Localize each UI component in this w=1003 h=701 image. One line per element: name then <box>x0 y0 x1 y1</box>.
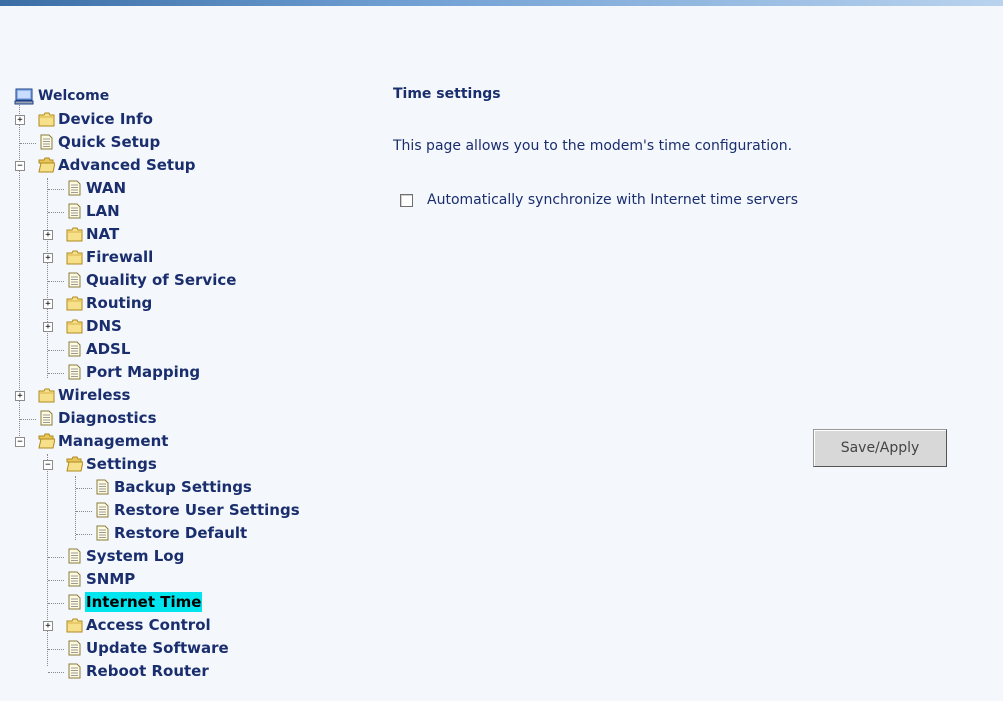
tree-line <box>48 350 64 351</box>
expand-toggle[interactable]: + <box>43 299 53 309</box>
tree-label: DNS <box>86 317 122 335</box>
page-icon <box>66 663 83 679</box>
tree-label: Routing <box>86 294 153 312</box>
collapse-toggle[interactable]: − <box>43 460 53 470</box>
collapse-toggle[interactable]: − <box>15 161 25 171</box>
page-description: This page allows you to the modem's time… <box>393 138 793 154</box>
tree-line <box>47 454 48 666</box>
page-title: Time settings <box>393 86 501 102</box>
tree-label: Device Info <box>58 110 153 128</box>
tree-label: SNMP <box>86 570 136 588</box>
folder-icon <box>38 111 55 127</box>
page-icon <box>38 410 55 426</box>
expand-toggle[interactable]: + <box>43 253 53 263</box>
tree-line <box>48 603 64 604</box>
tree-line <box>20 143 36 144</box>
folder-icon <box>66 295 83 311</box>
expand-toggle[interactable]: + <box>43 322 53 332</box>
page-icon <box>94 525 111 541</box>
folder-open-icon <box>38 157 56 173</box>
page-icon <box>66 594 83 610</box>
folder-open-icon <box>38 433 56 449</box>
tree-label: Firewall <box>86 248 154 266</box>
tree-label-selected: Internet Time <box>85 592 203 612</box>
tree-label: Restore Default <box>114 524 248 542</box>
tree-line <box>76 511 92 512</box>
page-icon <box>94 502 111 518</box>
tree-line <box>48 557 64 558</box>
folder-icon <box>38 387 55 403</box>
tree-line <box>48 281 64 282</box>
tree-line <box>48 649 64 650</box>
tree-line <box>48 672 64 673</box>
auto-sync-checkbox[interactable] <box>400 193 413 207</box>
tree-label: Port Mapping <box>86 363 201 381</box>
tree-label: Restore User Settings <box>114 501 300 519</box>
tree-line <box>75 476 76 540</box>
page-icon <box>66 640 83 656</box>
folder-icon <box>66 226 83 242</box>
save-apply-button[interactable]: Save/Apply <box>813 429 947 467</box>
expand-toggle[interactable]: + <box>15 115 25 125</box>
page-icon <box>66 272 83 288</box>
page-icon <box>94 479 111 495</box>
folder-icon <box>66 318 83 334</box>
auto-sync-label[interactable]: Automatically synchronize with Internet … <box>427 192 798 208</box>
tree-label: Advanced Setup <box>58 156 196 174</box>
expand-toggle[interactable]: + <box>43 230 53 240</box>
tree-line <box>76 534 92 535</box>
page-icon <box>38 134 55 150</box>
page-icon <box>66 203 83 219</box>
tree-label: System Log <box>86 547 185 565</box>
page-icon <box>66 548 83 564</box>
page-icon <box>66 180 83 196</box>
folder-icon <box>66 617 83 633</box>
expand-toggle[interactable]: + <box>43 621 53 631</box>
tree-label: LAN <box>86 202 120 220</box>
tree-label: ADSL <box>86 340 131 358</box>
tree-label: Update Software <box>86 639 229 657</box>
page-icon <box>66 571 83 587</box>
tree-label: Quick Setup <box>58 133 161 151</box>
tree-label: WAN <box>86 179 127 197</box>
tree-label: Settings <box>86 455 157 473</box>
collapse-toggle[interactable]: − <box>15 437 25 447</box>
tree-label: Reboot Router <box>86 662 209 680</box>
tree-line <box>20 419 36 420</box>
tree-line <box>47 178 48 378</box>
expand-toggle[interactable]: + <box>15 391 25 401</box>
tree-line <box>48 580 64 581</box>
tree-label: Quality of Service <box>86 271 237 289</box>
tree-label: Access Control <box>86 616 211 634</box>
sync-option-row: Automatically synchronize with Internet … <box>400 192 798 208</box>
tree-label: Management <box>58 432 169 450</box>
folder-icon <box>66 249 83 265</box>
page-icon <box>66 341 83 357</box>
tree-line <box>48 212 64 213</box>
folder-open-icon <box>66 456 84 472</box>
tree-line <box>48 189 64 190</box>
tree-label: Backup Settings <box>114 478 252 496</box>
tree-label: Welcome <box>38 88 110 104</box>
page-icon <box>66 364 83 380</box>
tree-label: Wireless <box>58 386 131 404</box>
computer-icon <box>14 88 34 105</box>
tree-label: NAT <box>86 225 120 243</box>
tree-label: Diagnostics <box>58 409 157 427</box>
tree-line <box>48 373 64 374</box>
tree-line <box>76 488 92 489</box>
